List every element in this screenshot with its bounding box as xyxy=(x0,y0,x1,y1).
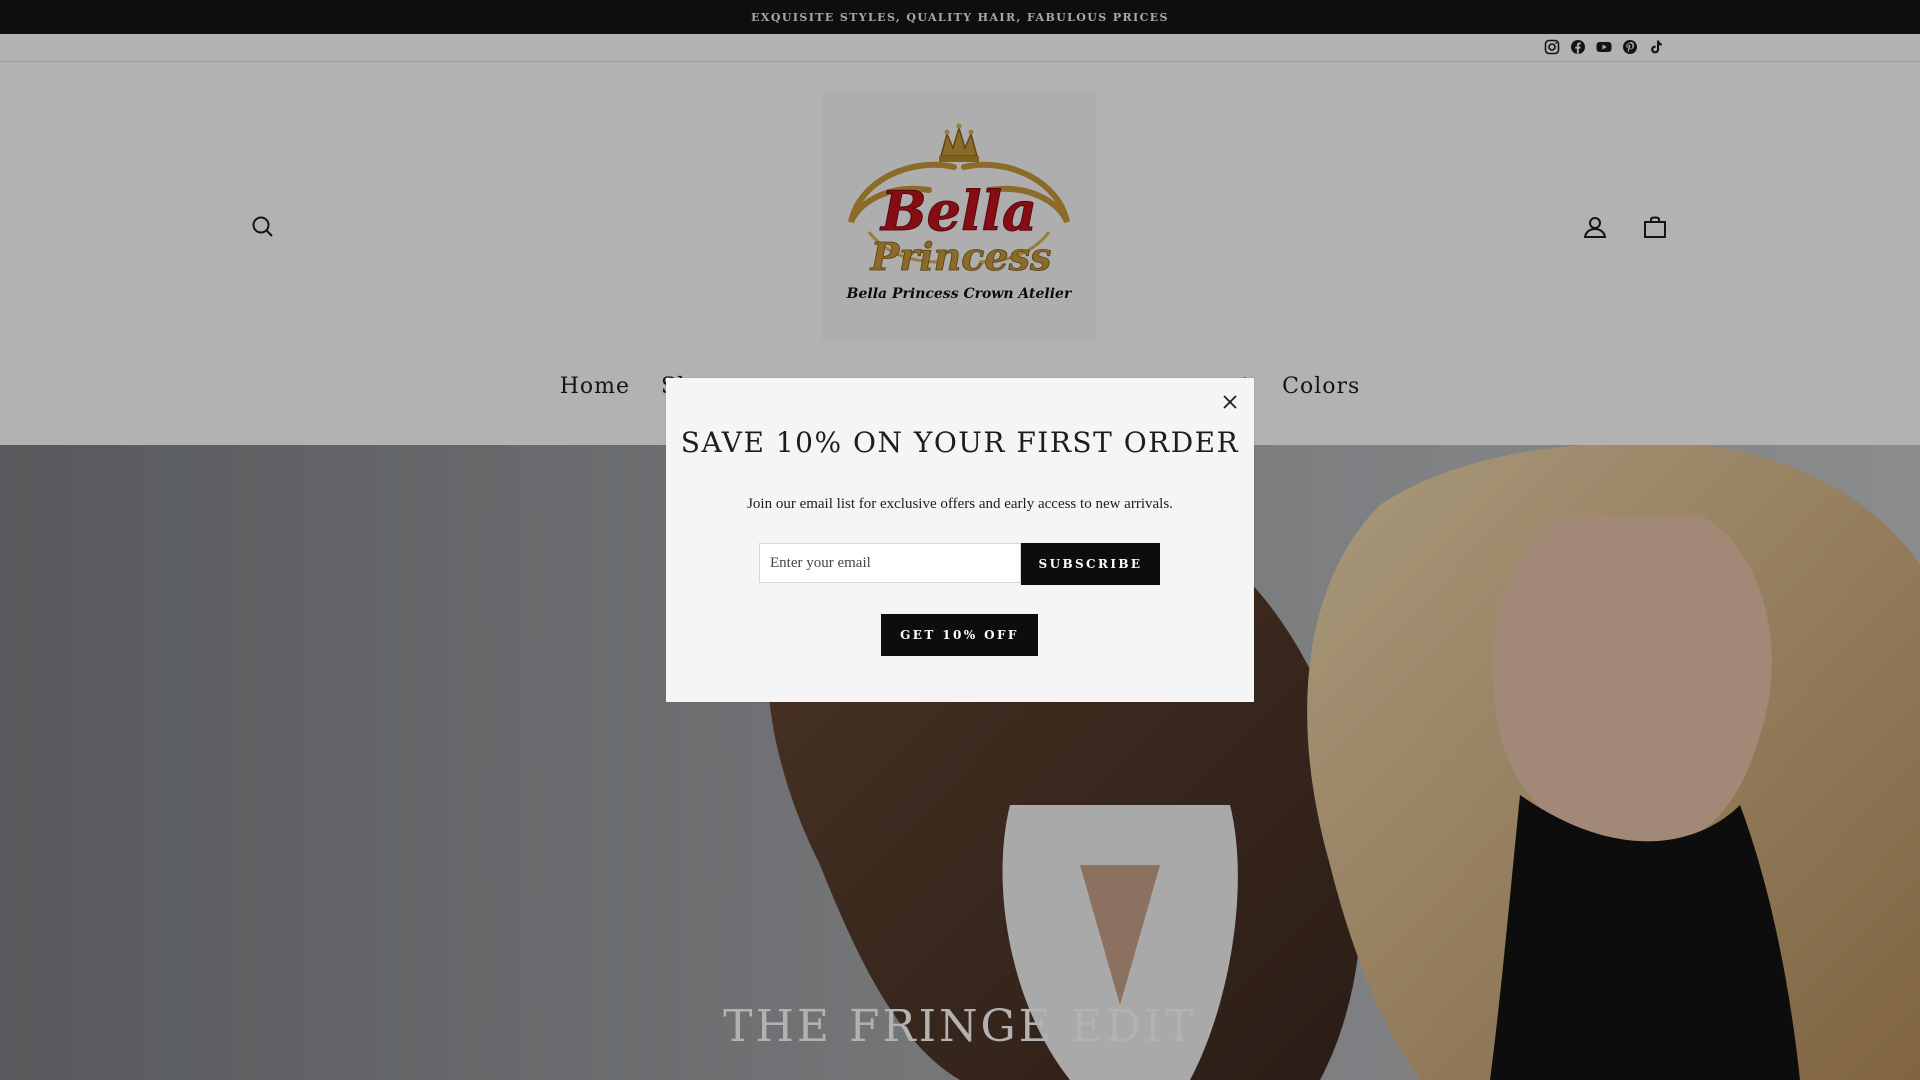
popup-text: Join our email list for exclusive offers… xyxy=(747,496,1173,512)
email-field[interactable] xyxy=(759,543,1021,583)
subscribe-button[interactable]: SUBSCRIBE xyxy=(1021,543,1160,585)
newsletter-popup: SAVE 10% ON YOUR FIRST ORDER Join our em… xyxy=(666,378,1254,702)
get-discount-button[interactable]: GET 10% OFF xyxy=(881,614,1038,656)
popup-title: SAVE 10% ON YOUR FIRST ORDER xyxy=(680,426,1240,459)
close-icon xyxy=(1223,395,1237,409)
close-button[interactable] xyxy=(1218,390,1242,414)
